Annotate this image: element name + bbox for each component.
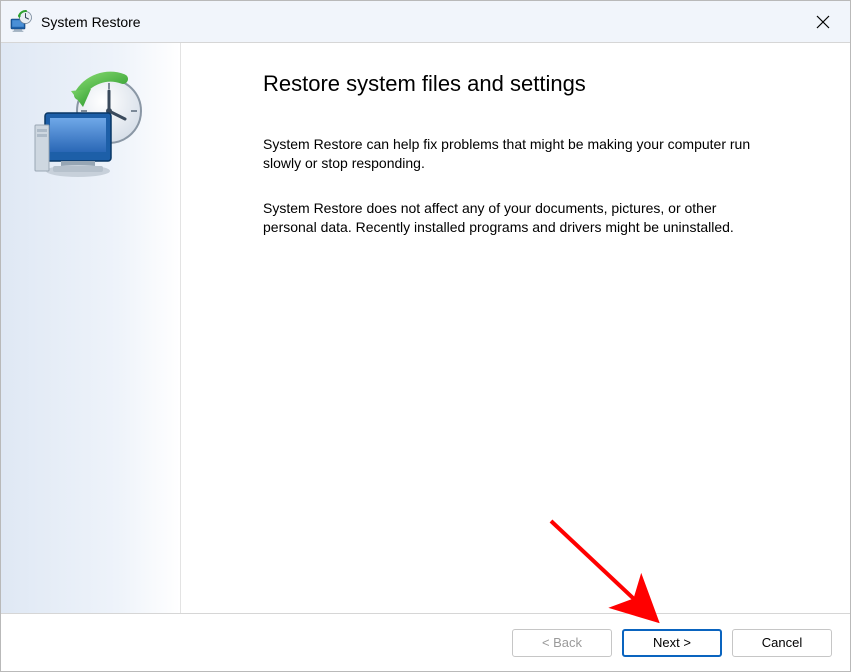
intro-paragraph-2: System Restore does not affect any of yo… xyxy=(263,199,763,237)
next-button[interactable]: Next > xyxy=(622,629,722,657)
cancel-button[interactable]: Cancel xyxy=(732,629,832,657)
close-icon xyxy=(816,15,830,29)
sidebar xyxy=(1,43,181,613)
page-heading: Restore system files and settings xyxy=(263,71,822,97)
intro-paragraph-1: System Restore can help fix problems tha… xyxy=(263,135,763,173)
system-restore-icon xyxy=(9,10,33,34)
titlebar: System Restore xyxy=(1,1,850,43)
system-restore-window: System Restore xyxy=(0,0,851,672)
system-restore-graphic xyxy=(31,71,151,194)
content-area: Restore system files and settings System… xyxy=(181,43,850,613)
back-button[interactable]: < Back xyxy=(512,629,612,657)
wizard-body: Restore system files and settings System… xyxy=(1,43,850,613)
close-button[interactable] xyxy=(800,6,846,38)
window-title: System Restore xyxy=(41,14,800,30)
wizard-footer: < Back Next > Cancel xyxy=(1,613,850,671)
